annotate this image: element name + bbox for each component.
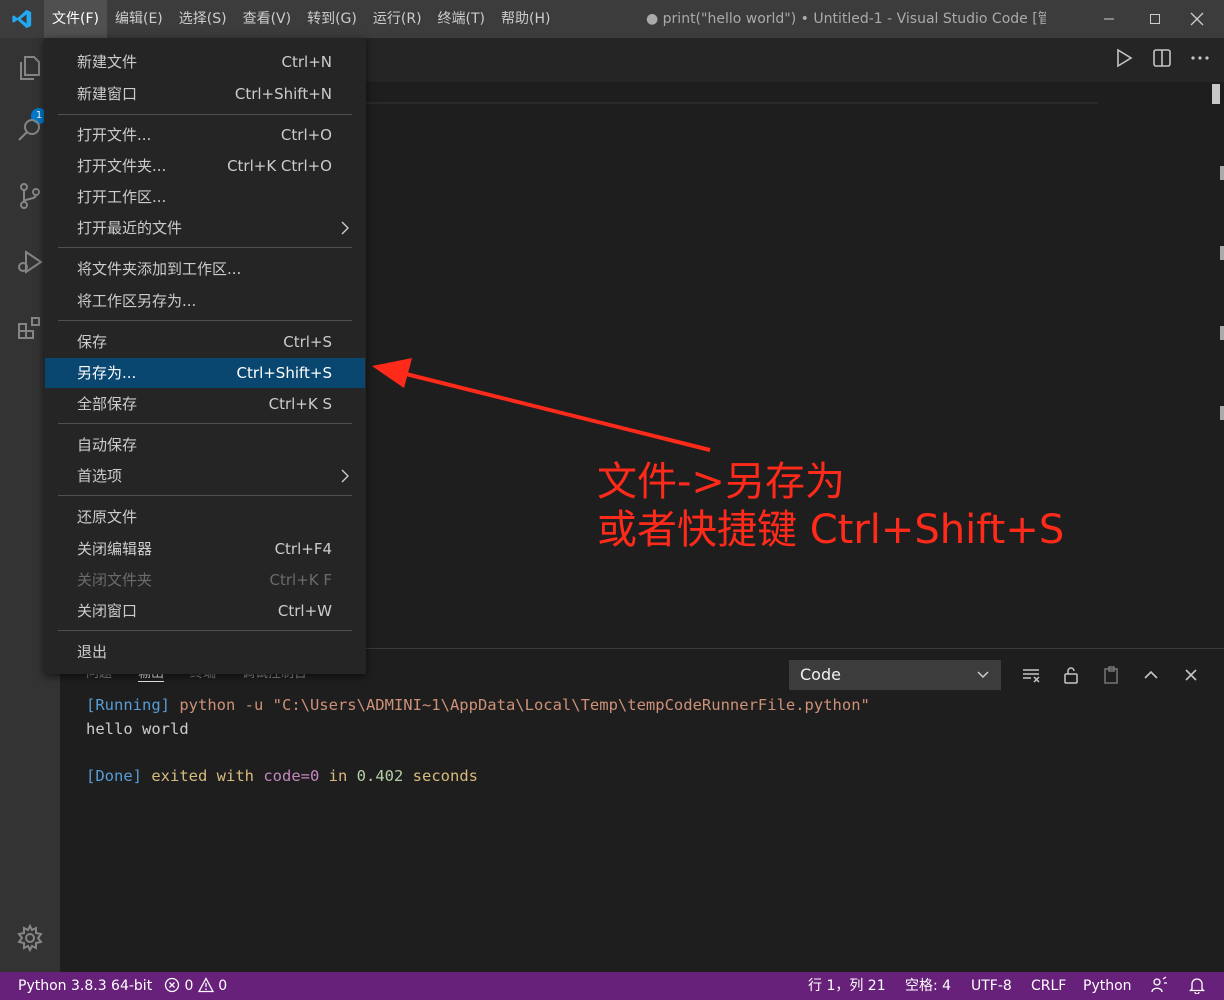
annotation-text: 文件->另存为 或者快捷键 Ctrl+Shift+S: [597, 458, 1064, 554]
annotation-line-1: 文件->另存为: [597, 459, 845, 505]
vscode-window: 文件(F) 编辑(E) 选择(S) 查看(V) 转到(G) 运行(R) 终端(T…: [0, 0, 1224, 1000]
annotation-line-2: 或者快捷键 Ctrl+Shift+S: [597, 507, 1065, 553]
